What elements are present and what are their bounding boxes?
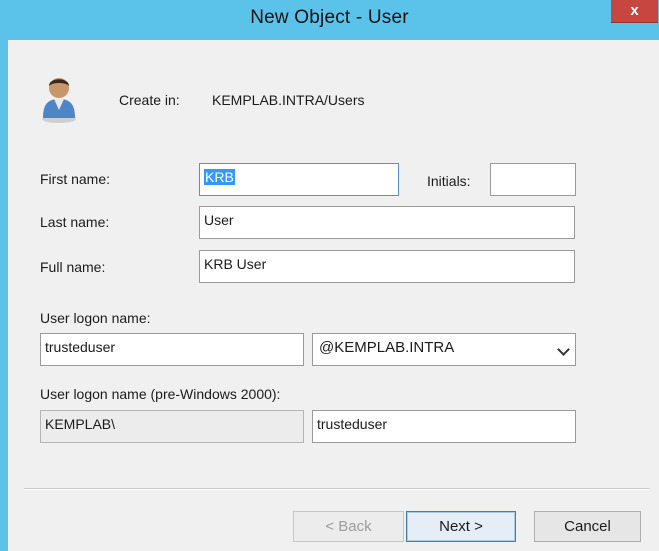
first-name-field[interactable]: KRB	[199, 163, 399, 196]
logon-name-field[interactable]: trusteduser	[40, 333, 304, 366]
last-name-label: Last name:	[40, 214, 110, 230]
cancel-button[interactable]: Cancel	[534, 511, 641, 542]
user-icon	[42, 78, 76, 123]
back-button[interactable]: < Back	[293, 511, 404, 542]
initials-label: Initials:	[427, 173, 471, 189]
window-title: New Object - User	[250, 7, 409, 28]
last-name-field[interactable]: User	[199, 206, 575, 239]
dialog-body: Create in: KEMPLAB.INTRA/Users First nam…	[8, 40, 659, 551]
title-bar: New Object - User x	[0, 0, 659, 40]
full-name-field[interactable]: KRB User	[199, 250, 575, 283]
logon-name-label: User logon name:	[40, 310, 151, 326]
pre2000-name-field[interactable]: trusteduser	[312, 410, 576, 443]
first-name-label: First name:	[40, 171, 111, 187]
chevron-down-icon	[557, 343, 570, 356]
initials-field[interactable]	[490, 163, 576, 196]
create-in-label: Create in:	[119, 92, 180, 108]
close-button[interactable]: x	[611, 0, 658, 23]
full-name-label: Full name:	[40, 259, 106, 275]
first-name-value: KRB	[204, 169, 235, 185]
logon-domain-value: @KEMPLAB.INTRA	[319, 339, 455, 356]
next-button[interactable]: Next >	[406, 511, 516, 542]
pre2000-label: User logon name (pre-Windows 2000):	[40, 386, 281, 402]
create-in-value: KEMPLAB.INTRA/Users	[212, 92, 365, 108]
separator	[24, 488, 650, 490]
logon-domain-select[interactable]: @KEMPLAB.INTRA	[312, 333, 576, 366]
pre2000-domain-field: KEMPLAB\	[40, 410, 304, 443]
